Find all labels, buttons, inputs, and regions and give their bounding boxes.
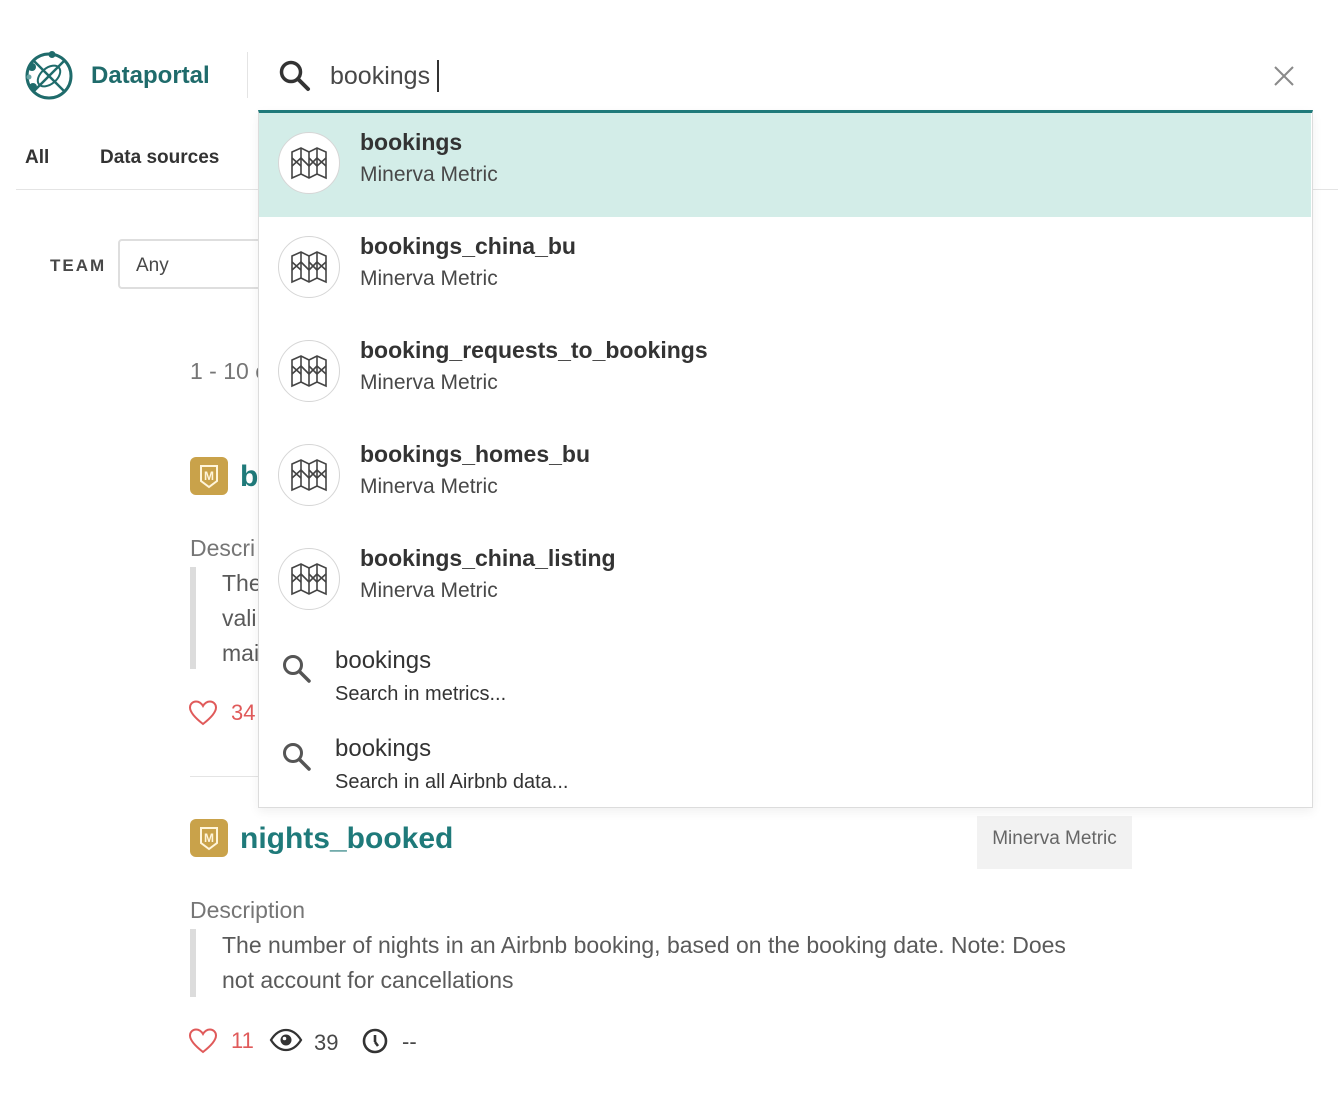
suggestion-name: booking_requests_to_bookings bbox=[360, 337, 708, 363]
search-option-hint: Search in metrics... bbox=[335, 683, 507, 705]
suggestion-name: bookings bbox=[360, 129, 463, 155]
suggestion-item[interactable]: bookings Minerva Metric bbox=[259, 113, 1311, 217]
suggestion-item[interactable]: booking_requests_to_bookings Minerva Met… bbox=[259, 321, 1311, 425]
search-in-metrics-option[interactable]: bookings Search in metrics... bbox=[259, 633, 1311, 719]
search-icon bbox=[281, 741, 313, 773]
close-icon bbox=[1274, 66, 1294, 86]
suggestion-type: Minerva Metric bbox=[360, 579, 498, 602]
text-cursor bbox=[437, 60, 439, 92]
suggestion-type: Minerva Metric bbox=[360, 267, 498, 290]
like-heart-icon[interactable] bbox=[188, 699, 218, 727]
clock-icon bbox=[361, 1027, 389, 1055]
search-suggestions-dropdown: bookings Minerva Metric bookings_china_b… bbox=[258, 110, 1313, 808]
clear-search-button[interactable] bbox=[1268, 60, 1300, 92]
minerva-metric-icon bbox=[278, 444, 340, 506]
minerva-metric-icon bbox=[278, 132, 340, 194]
minerva-badge-icon: M bbox=[190, 457, 228, 495]
svg-text:M: M bbox=[204, 469, 214, 483]
like-count: 34 bbox=[231, 700, 256, 725]
type-tag: Minerva Metric bbox=[977, 816, 1132, 869]
suggestion-type: Minerva Metric bbox=[360, 163, 498, 186]
last-updated: -- bbox=[402, 1029, 417, 1054]
search-all-data-option[interactable]: bookings Search in all Airbnb data... bbox=[259, 721, 1311, 807]
tab-data-sources[interactable]: Data sources bbox=[100, 147, 219, 169]
suggestion-name: bookings_china_bu bbox=[360, 233, 576, 259]
result-title[interactable]: b bbox=[240, 460, 258, 494]
suggestion-name: bookings_homes_bu bbox=[360, 441, 591, 467]
description-text: The vali mai bbox=[222, 570, 262, 666]
minerva-metric-icon bbox=[278, 340, 340, 402]
suggestion-type: Minerva Metric bbox=[360, 371, 498, 394]
dataportal-logo-icon[interactable] bbox=[24, 51, 74, 101]
search-option-term: bookings bbox=[335, 647, 432, 674]
tab-all[interactable]: All bbox=[25, 147, 49, 169]
results-count: 1 - 10 c bbox=[190, 358, 267, 384]
like-heart-icon[interactable] bbox=[188, 1027, 218, 1055]
team-filter-label: TEAM bbox=[50, 256, 107, 275]
search-option-term: bookings bbox=[335, 735, 432, 762]
description-text: The number of nights in an Airbnb bookin… bbox=[222, 932, 1066, 993]
eye-icon bbox=[269, 1028, 303, 1052]
search-icon bbox=[281, 653, 313, 685]
description-quote-bar bbox=[190, 567, 196, 669]
brand-name[interactable]: Dataportal bbox=[91, 62, 210, 90]
view-count: 39 bbox=[314, 1030, 339, 1055]
suggestion-item[interactable]: bookings_china_listing Minerva Metric bbox=[259, 529, 1311, 633]
minerva-badge-icon: M bbox=[190, 819, 228, 857]
suggestion-item[interactable]: bookings_china_bu Minerva Metric bbox=[259, 217, 1311, 321]
minerva-metric-icon bbox=[278, 236, 340, 298]
minerva-metric-icon bbox=[278, 548, 340, 610]
svg-text:M: M bbox=[204, 831, 214, 845]
description-label: Descri bbox=[190, 535, 256, 561]
search-option-hint: Search in all Airbnb data... bbox=[335, 771, 569, 793]
like-count: 11 bbox=[231, 1028, 254, 1053]
suggestion-name: bookings_china_listing bbox=[360, 545, 616, 571]
suggestion-type: Minerva Metric bbox=[360, 475, 498, 498]
description-label: Description bbox=[190, 897, 306, 923]
search-input[interactable] bbox=[330, 56, 1210, 96]
suggestion-item[interactable]: bookings_homes_bu Minerva Metric bbox=[259, 425, 1311, 529]
search-icon bbox=[278, 59, 312, 93]
header-divider bbox=[247, 52, 248, 98]
description-quote-bar bbox=[190, 929, 196, 997]
result-title[interactable]: nights_booked bbox=[240, 822, 453, 856]
